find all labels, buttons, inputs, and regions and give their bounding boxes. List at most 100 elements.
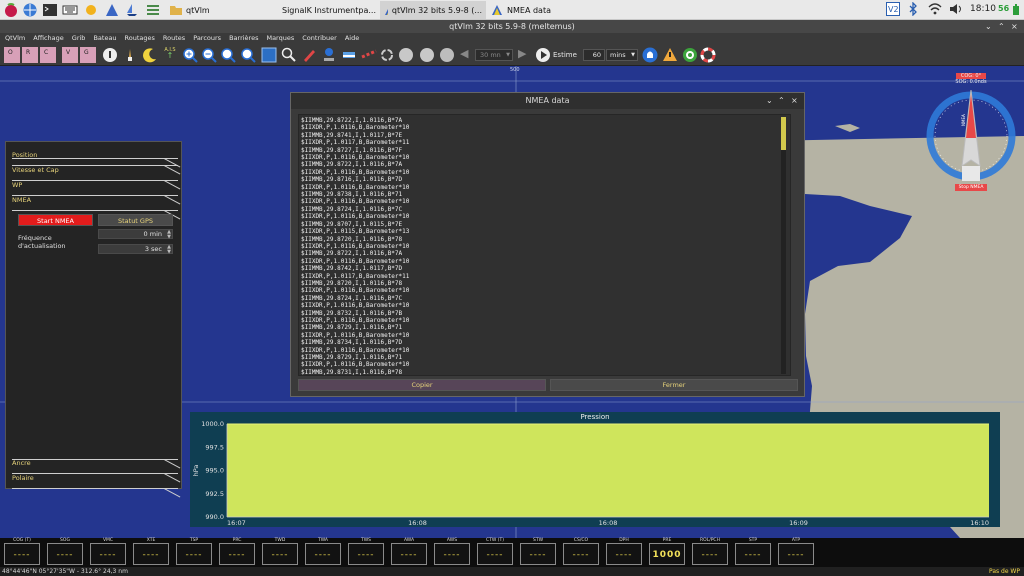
target-icon[interactable]: [682, 47, 698, 63]
sailboat-icon[interactable]: [124, 2, 140, 18]
zoom-in-icon[interactable]: [182, 47, 198, 63]
task-signalk[interactable]: SignalK Instrumentpa...: [274, 1, 380, 19]
scrollbar-thumb[interactable]: [781, 117, 786, 150]
zoom-out-icon[interactable]: [201, 47, 217, 63]
spin-arrows-icon[interactable]: ▲ ▼: [167, 230, 171, 240]
terminal-icon[interactable]: [42, 2, 58, 18]
menu-affichage[interactable]: Affichage: [33, 33, 64, 44]
step-back-icon[interactable]: ◀: [460, 47, 476, 63]
play-icon[interactable]: [535, 47, 551, 63]
dialog-close-icon[interactable]: ×: [791, 93, 798, 109]
vnc-icon[interactable]: V2: [886, 2, 900, 18]
instrument-tws[interactable]: TWS ----: [346, 538, 386, 567]
nmea-line: $IIMMB,29.8720,I,1.0116,B*78: [301, 235, 403, 243]
menu-routages[interactable]: Routages: [125, 33, 155, 44]
nmea-text-area[interactable]: $IIMMB,29.8722,I,1.0116,B*7A $IIXDR,P,1.0…: [298, 114, 791, 376]
menu-marques[interactable]: Marques: [266, 33, 294, 44]
grib-current-icon[interactable]: C: [40, 47, 56, 63]
instrument-sog[interactable]: SOG ----: [45, 538, 85, 567]
menu-routes[interactable]: Routes: [163, 33, 185, 44]
gray-circle-icon-1[interactable]: [398, 47, 414, 63]
close-icon[interactable]: ×: [1011, 20, 1018, 33]
instrument-stp[interactable]: STP ----: [733, 538, 773, 567]
instrument-vmc[interactable]: VMC ----: [88, 538, 128, 567]
instrument-twa[interactable]: TWA ----: [303, 538, 343, 567]
step-select[interactable]: 30 mn ▼: [475, 49, 513, 61]
task-qtvlm-main[interactable]: qtVlm 32 bits 5.9-8 (...: [380, 1, 486, 19]
moon-icon[interactable]: [142, 47, 158, 63]
bluetooth-icon[interactable]: [908, 1, 918, 18]
qtvlm-launcher-icon[interactable]: [104, 2, 120, 18]
gray-circle-icon-3[interactable]: [439, 47, 455, 63]
estime-input[interactable]: 60: [583, 49, 605, 61]
freq-minutes-spinbox[interactable]: 0 min ▲ ▼: [98, 229, 173, 239]
zoom-select-icon[interactable]: [281, 47, 297, 63]
ais-icon[interactable]: A.I.S ↑: [162, 47, 178, 63]
instrument-rol-pch[interactable]: ROL/PCH ----: [690, 538, 730, 567]
step-forward-icon[interactable]: ▶: [518, 47, 534, 63]
keyboard-icon[interactable]: [62, 2, 78, 18]
info-icon[interactable]: [102, 47, 118, 63]
menu-qtvlm[interactable]: QtVlm: [5, 33, 25, 44]
instrument-ctw-t[interactable]: CTW (T) ----: [475, 538, 515, 567]
dialog-minimize-icon[interactable]: ⌄: [766, 93, 773, 109]
menu-parcours[interactable]: Parcours: [193, 33, 221, 44]
menu-contribuer[interactable]: Contribuer: [302, 33, 337, 44]
instrument-stw[interactable]: STW ----: [518, 538, 558, 567]
gray-circle-icon-2[interactable]: [419, 47, 435, 63]
menu-grib[interactable]: Grib: [72, 33, 86, 44]
paintbrush-icon[interactable]: [122, 47, 138, 63]
zoom-1to1-icon[interactable]: [240, 47, 256, 63]
task-qtvlm-folder[interactable]: qtVlm: [166, 1, 270, 19]
recycle-icon[interactable]: [379, 47, 395, 63]
dialog-maximize-icon[interactable]: ⌃: [778, 93, 785, 109]
pen-icon[interactable]: [301, 47, 317, 63]
close-button[interactable]: Fermer: [550, 379, 798, 391]
settings-panel-icon[interactable]: [145, 2, 161, 18]
instrument-twd[interactable]: TWD ----: [260, 538, 300, 567]
grib-vlm-icon[interactable]: V: [62, 47, 78, 63]
select-area-icon[interactable]: [261, 47, 277, 63]
copy-button[interactable]: Copier: [298, 379, 546, 391]
nmea-dialog-titlebar[interactable]: NMEA data ⌄ ⌃ ×: [291, 93, 804, 109]
lifebuoy-icon[interactable]: [700, 47, 716, 63]
menu-bateau[interactable]: Bateau: [93, 33, 116, 44]
boat-compass[interactable]: COG: 0° SOG: 0.0nds NMEA Stop NMEA: [925, 73, 1017, 202]
volume-icon[interactable]: [949, 2, 963, 18]
instrument-dph[interactable]: DPH ----: [604, 538, 644, 567]
barrier-icon[interactable]: [361, 47, 377, 63]
instrument-xte[interactable]: XTE ----: [131, 538, 171, 567]
weather-icon[interactable]: [83, 2, 99, 18]
boat-location-icon[interactable]: [321, 47, 337, 63]
alarm-bell-icon[interactable]: [642, 47, 658, 63]
stop-nmea-button[interactable]: Stop NMEA: [955, 185, 987, 191]
instrument-atp[interactable]: ATP ----: [776, 538, 816, 567]
instrument-awa[interactable]: AWA ----: [389, 538, 429, 567]
instrument-pre[interactable]: PRE 1000: [647, 538, 687, 567]
statut-gps-button[interactable]: Statut GPS: [98, 214, 173, 226]
task-nmea-data[interactable]: NMEA data: [487, 1, 577, 19]
spin-arrows-icon[interactable]: ▲ ▼: [167, 245, 171, 255]
minimize-icon[interactable]: ⌄: [985, 20, 992, 33]
instrument-cog-t[interactable]: COG (T) ----: [2, 538, 42, 567]
grib-download-icon[interactable]: G: [80, 47, 96, 63]
freq-seconds-spinbox[interactable]: 3 sec ▲ ▼: [98, 244, 173, 254]
instrument-prc[interactable]: PRC ----: [217, 538, 257, 567]
estime-unit-select[interactable]: mins ▼: [606, 49, 638, 61]
grib-open-icon[interactable]: O: [4, 47, 20, 63]
maximize-icon[interactable]: ⌃: [998, 20, 1005, 33]
instrument-cs-co[interactable]: CS/CO ----: [561, 538, 601, 567]
menu-aide[interactable]: Aide: [345, 33, 359, 44]
raspberry-menu-icon[interactable]: [3, 2, 19, 18]
start-nmea-button[interactable]: Start NMEA: [18, 214, 93, 226]
instrument-tsp[interactable]: TSP ----: [174, 538, 214, 567]
menu-barrieres[interactable]: Barrières: [229, 33, 258, 44]
layers-icon[interactable]: [341, 47, 357, 63]
browser-icon[interactable]: [22, 2, 38, 18]
nmea-scrollbar[interactable]: [781, 117, 786, 374]
instrument-aws[interactable]: AWS ----: [432, 538, 472, 567]
zoom-fit-icon[interactable]: [220, 47, 236, 63]
warning-icon[interactable]: [662, 47, 678, 63]
grib-reload-icon[interactable]: R: [22, 47, 38, 63]
wifi-icon[interactable]: [928, 2, 942, 18]
